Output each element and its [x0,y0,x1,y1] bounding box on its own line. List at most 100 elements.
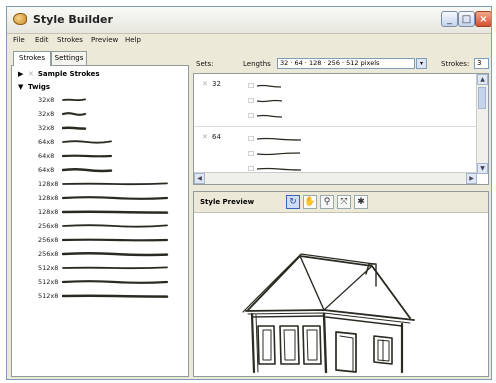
stroke-label: 128x8 [38,194,59,202]
stroke-preview [62,112,87,116]
strokes-count-field[interactable]: 3 [474,58,489,69]
delete-x-icon[interactable]: ✕ [202,80,208,88]
tab-strokes[interactable]: Strokes [13,51,51,66]
svg-text:☐: ☐ [248,97,254,105]
sets-area: Sets: Lengths 32 · 64 · 128 · 256 · 512 … [193,51,489,377]
stroke-preview [62,238,169,242]
tree-group-twigs[interactable]: ▼ Twigs [18,83,50,91]
stroke-label: 256x8 [38,222,59,230]
stroke-label: 32x8 [38,124,55,132]
scroll-up-icon[interactable]: ▲ [477,74,488,85]
strokes-panel: Strokes Settings ▶ ✕ Sample Strokes ▼ Twigs… [11,51,189,377]
stroke-preview [62,210,169,214]
stroke-item[interactable]: 128x8 [38,207,183,220]
strokes-tree: ▶ ✕ Sample Strokes ▼ Twigs 32x8 32x8 32x8 64x8… [11,65,189,377]
stroke-preview [62,251,169,257]
scroll-left-icon[interactable]: ◀ [194,173,205,184]
stroke-item[interactable]: 32x8 [38,95,183,108]
stroke-item[interactable]: 256x8 [38,249,183,262]
scroll-thumb[interactable] [478,87,486,109]
stroke-preview [62,196,169,200]
stroke-preview [62,140,112,144]
stroke-item[interactable]: 512x8 [38,291,183,304]
stroke-preview [62,154,113,158]
delete-x-icon[interactable]: ✕ [202,133,208,141]
tree-group-sample-strokes[interactable]: ▶ ✕ Sample Strokes [18,70,100,78]
menu-edit[interactable]: Edit [35,36,49,44]
stroke-item[interactable]: 64x8 [38,137,183,150]
group-label: Twigs [28,83,51,91]
menu-bar: File Edit Strokes Preview Help [7,34,491,48]
stroke-item[interactable]: 64x8 [38,151,183,164]
stroke-preview [62,126,87,130]
stroke-label: 32x8 [38,110,55,118]
minimize-icon: _ [447,14,452,25]
stroke-item[interactable]: 512x8 [38,263,183,276]
preview-toolbar: Style Preview ↻ ✋ ⚲ ⤧ ✱ [194,192,488,213]
set-length: 32 [212,80,221,88]
svg-text:☐: ☐ [248,150,254,158]
title-bar[interactable]: Style Builder _ □ × [7,7,491,34]
stroke-item[interactable]: 32x8 [38,123,183,136]
stroke-preview [62,167,113,173]
preview-title: Style Preview [200,198,255,206]
stroke-preview [62,224,168,228]
horizontal-scrollbar[interactable]: ◀ ▶ [194,172,477,184]
maximize-icon: □ [461,14,472,25]
zoom-extents-icon: ⤧ [340,197,348,207]
scroll-down-icon[interactable]: ▼ [477,163,488,174]
delete-x-icon[interactable]: ✕ [28,70,34,78]
stroke-label: 512x8 [38,264,59,272]
chevron-down-icon: ▾ [419,60,423,67]
sets-label: Sets: [196,60,214,68]
style-builder-window: Style Builder _ □ × File Edit Strokes Pr… [6,6,492,380]
stroke-label: 512x8 [38,292,59,300]
close-icon: × [479,14,488,25]
lengths-label: Lengths [243,60,271,68]
expand-arrow-icon[interactable]: ▶ [18,70,28,78]
stroke-item[interactable]: 256x8 [38,221,183,234]
scroll-right-icon[interactable]: ▶ [466,173,477,184]
stroke-preview [62,280,169,284]
collapse-arrow-icon[interactable]: ▼ [18,83,28,91]
orbit-icon: ↻ [289,197,297,207]
stroke-label: 64x8 [38,152,55,160]
menu-file[interactable]: File [13,36,25,44]
svg-text:☐: ☐ [248,135,254,143]
set-strokes-preview: ☐ ☐ ☐ [248,82,283,120]
set-strokes-preview: ☐ ☐ ☐ [248,135,302,173]
vertical-scrollbar[interactable]: ▲ ▼ [476,74,488,174]
stroke-item[interactable]: 128x8 [38,193,183,206]
house-sketch-preview[interactable] [196,214,486,374]
pan-icon: ✋ [304,197,316,207]
pan-tool-button[interactable]: ✋ [303,195,317,209]
menu-help[interactable]: Help [125,36,141,44]
set-row[interactable]: ✕ 32 ☐ ☐ ☐ [194,74,476,127]
orbit-tool-button[interactable]: ↻ [286,195,300,209]
zoom-tool-button[interactable]: ⚲ [320,195,334,209]
stroke-item[interactable]: 128x8 [38,179,183,192]
svg-text:☐: ☐ [248,82,254,90]
tab-settings[interactable]: Settings [51,51,87,65]
zoom-extents-tool-button[interactable]: ⤧ [337,195,351,209]
maximize-button[interactable]: □ [458,11,475,27]
stroke-preview [62,266,168,270]
menu-strokes[interactable]: Strokes [57,36,83,44]
style-preview-panel: Style Preview ↻ ✋ ⚲ ⤧ ✱ [193,191,489,377]
menu-preview[interactable]: Preview [91,36,118,44]
sets-section: Sets: Lengths 32 · 64 · 128 · 256 · 512 … [193,51,489,189]
svg-text:☐: ☐ [248,112,254,120]
minimize-button[interactable]: _ [441,11,458,27]
stroke-item[interactable]: 256x8 [38,235,183,248]
bug-tool-button[interactable]: ✱ [354,195,368,209]
set-length: 64 [212,133,221,141]
stroke-item[interactable]: 32x8 [38,109,183,122]
close-button[interactable]: × [475,11,491,27]
stroke-item[interactable]: 512x8 [38,277,183,290]
app-icon [13,13,27,25]
lengths-dropdown-button[interactable]: ▾ [416,58,427,69]
lengths-field[interactable]: 32 · 64 · 128 · 256 · 512 pixels [277,58,415,69]
stroke-item[interactable]: 64x8 [38,165,183,178]
bug-icon: ✱ [357,197,365,207]
stroke-label: 512x8 [38,278,59,286]
